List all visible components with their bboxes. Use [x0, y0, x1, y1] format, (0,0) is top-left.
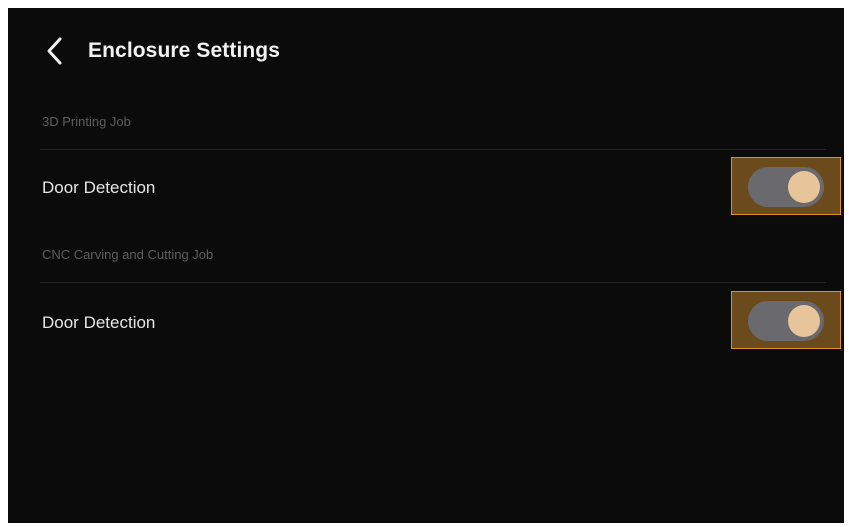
toggle-track [748, 167, 824, 207]
divider [40, 282, 826, 283]
enclosure-settings-screen: Enclosure Settings 3D Printing Job Door … [8, 8, 844, 523]
door-detection-toggle-cnc[interactable] [731, 291, 841, 349]
chevron-left-icon [47, 37, 62, 65]
toggle-knob [788, 305, 820, 337]
page-title: Enclosure Settings [88, 39, 281, 62]
section-label-3d-printing: 3D Printing Job [42, 114, 131, 129]
toggle-track [748, 301, 824, 341]
door-detection-toggle-3d[interactable] [731, 157, 841, 215]
back-button[interactable] [40, 34, 72, 68]
door-detection-label: Door Detection [42, 178, 156, 197]
door-detection-label: Door Detection [42, 313, 156, 332]
section-label-cnc: CNC Carving and Cutting Job [42, 247, 214, 262]
header: Enclosure Settings [8, 8, 844, 92]
toggle-knob [788, 171, 820, 203]
divider [40, 149, 826, 150]
